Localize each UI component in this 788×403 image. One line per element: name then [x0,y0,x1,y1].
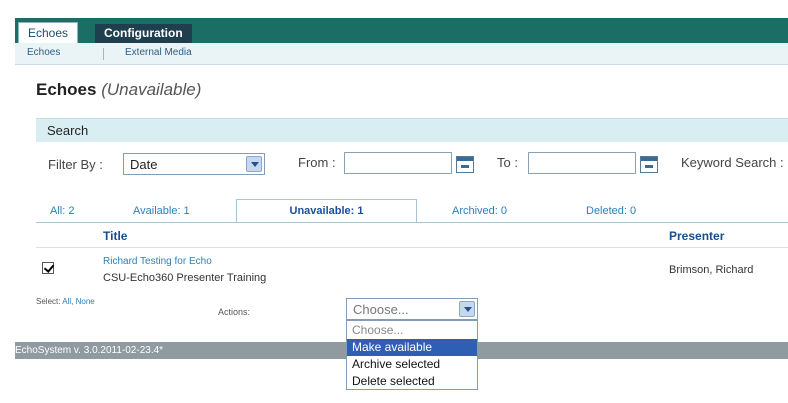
subnav-external-media-link[interactable]: External Media [125,47,192,58]
select-none-link[interactable]: None [76,297,95,306]
option-choose[interactable]: Choose... [347,322,477,339]
tab-echoes[interactable]: Echoes [18,22,79,43]
actions-select-value: Choose... [353,302,409,317]
select-all-link[interactable]: All [62,297,71,306]
filter-by-select[interactable]: Date [123,153,265,175]
page-title-status: (Unavailable) [101,80,202,99]
tab-all[interactable]: All: 2 [50,205,74,217]
select-links: Select: All, None [36,297,95,306]
option-make-available[interactable]: Make available [347,339,477,356]
page-title-text: Echoes [36,80,97,99]
version-text: EchoSystem v. 3.0.2011-02-23.4* [15,345,164,356]
actions-select[interactable]: Choose... [346,298,478,320]
sub-navigation: Echoes External Media [15,43,788,65]
column-header-presenter[interactable]: Presenter [669,229,724,243]
row-subtitle: CSU-Echo360 Presenter Training [103,272,267,284]
chevron-down-icon[interactable] [459,301,475,317]
column-header-title[interactable]: Title [103,229,127,243]
calendar-icon[interactable] [456,156,474,173]
tab-available[interactable]: Available: 1 [133,205,190,217]
page-title: Echoes (Unavailable) [36,80,201,100]
option-archive-selected[interactable]: Archive selected [347,356,477,373]
row-title-link[interactable]: Richard Testing for Echo [103,256,212,267]
option-delete-selected[interactable]: Delete selected [347,373,477,390]
to-label: To : [497,155,518,170]
from-date-input[interactable] [344,152,452,174]
search-header: Search [36,118,788,142]
row-presenter: Brimson, Richard [669,264,754,276]
row-checkbox[interactable] [42,262,54,274]
actions-label: Actions: [218,307,251,317]
calendar-icon[interactable] [640,156,658,173]
select-prefix: Select: [36,297,61,306]
tab-unavailable[interactable]: Unavailable: 1 [236,199,417,223]
tab-deleted[interactable]: Deleted: 0 [586,205,636,217]
tab-divider [36,222,788,223]
filter-by-value: Date [130,157,158,172]
select-separator: , [71,297,74,306]
header-divider [36,247,788,248]
subnav-divider [103,48,104,60]
tab-configuration[interactable]: Configuration [95,24,192,43]
tab-archived[interactable]: Archived: 0 [452,205,507,217]
actions-dropdown-list: Choose... Make available Archive selecte… [346,320,478,390]
chevron-down-icon[interactable] [246,156,262,172]
search-header-label: Search [47,123,89,138]
keyword-search-label: Keyword Search : [681,155,784,170]
to-date-input[interactable] [528,152,636,174]
from-label: From : [298,155,336,170]
filter-by-label: Filter By : [48,157,103,172]
subnav-echoes-link[interactable]: Echoes [27,47,60,58]
